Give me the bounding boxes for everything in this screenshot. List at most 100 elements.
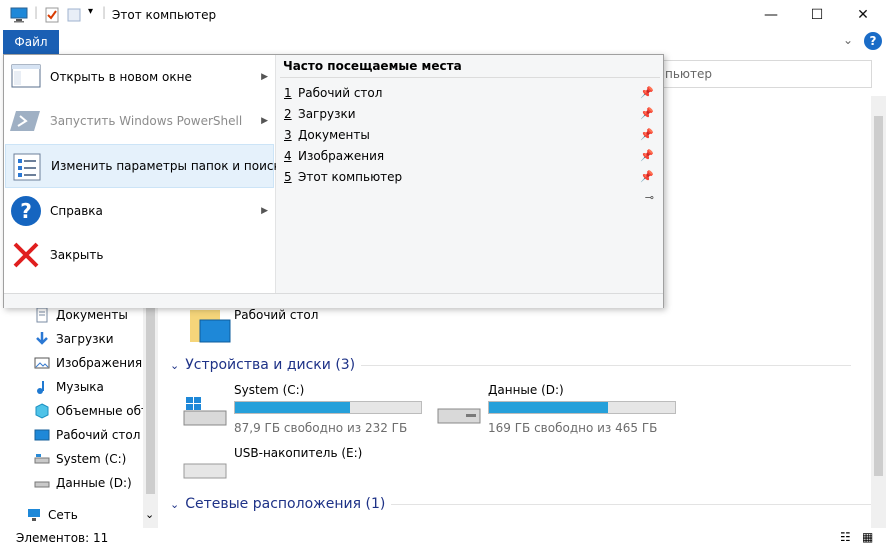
details-view-icon[interactable]: ☷ (840, 530, 851, 544)
close-item[interactable]: Закрыть (5, 233, 274, 277)
separator: | (102, 5, 107, 19)
recent-item-number: 4 (284, 148, 292, 163)
drive-free-space: 169 ГБ свободно из 465 ГБ (488, 421, 658, 435)
powershell-item[interactable]: Запустить Windows PowerShell ▶ (5, 99, 274, 143)
drive-item-c[interactable]: System (C:) 87,9 ГБ свободно из 232 ГБ (182, 383, 442, 443)
network-section-header[interactable]: ⌄ Сетевые расположения (1) (170, 496, 872, 512)
ribbon-tab-strip: Файл ⌄ ? (0, 30, 886, 54)
recent-item-label: Изображения (298, 148, 385, 163)
nav-item-label: Документы (56, 308, 128, 322)
drive-name: USB-накопитель (E:) (234, 446, 363, 460)
separator: | (34, 5, 39, 19)
nav-item-label: Загрузки (56, 332, 114, 346)
chevron-down-icon: ⌄ (170, 358, 180, 372)
desktop-folder-icon (186, 306, 232, 349)
pin-icon[interactable]: 📌 (640, 128, 654, 141)
recent-item-label: Рабочий стол (298, 85, 383, 100)
title-bar: | ▾ | Этот компьютер — ☐ ✕ (0, 0, 886, 30)
nav-item-3d-objects[interactable]: Объемные объ (34, 400, 150, 422)
nav-item-system-c[interactable]: System (C:) (34, 448, 126, 470)
3d-objects-icon (34, 403, 50, 419)
nav-item-label: System (C:) (56, 452, 127, 466)
powershell-icon (10, 105, 42, 137)
drive-usage-fill (489, 402, 609, 413)
divider (280, 77, 660, 78)
recent-item-label: Загрузки (298, 106, 356, 121)
frequent-places-header: Часто посещаемые места (283, 59, 462, 73)
open-new-window-item[interactable]: Открыть в новом окне ▶ (5, 55, 274, 99)
recent-item-label: Документы (298, 127, 370, 142)
nav-item-downloads[interactable]: Загрузки (34, 328, 114, 350)
folder-options-item[interactable]: Изменить параметры папок и поиска (5, 144, 288, 188)
recent-item-label: Этот компьютер (298, 169, 403, 184)
frequent-places-panel: Часто посещаемые места 1 Рабочий стол 📌 … (276, 55, 663, 293)
file-menu-commands: Открыть в новом окне ▶ Запустить Windows… (4, 55, 288, 293)
documents-icon (34, 307, 50, 323)
chevron-down-icon[interactable]: ⌄ (145, 508, 154, 521)
menu-item-label: Запустить Windows PowerShell (50, 114, 243, 128)
help-item[interactable]: ? Справка ▶ (5, 189, 274, 233)
nav-item-data-d[interactable]: Данные (D:) (34, 472, 132, 494)
nav-item-desktop[interactable]: Рабочий стол (34, 424, 140, 446)
file-menu-footer (4, 293, 663, 308)
new-folder-icon[interactable] (66, 7, 82, 26)
drive-icon (436, 401, 482, 430)
properties-icon[interactable] (44, 7, 60, 26)
nav-item-label: Сеть (48, 508, 78, 522)
devices-section-header[interactable]: ⌄ Устройства и диски (3) (170, 357, 852, 373)
pin-icon[interactable]: 📌 (640, 107, 654, 120)
help-icon[interactable]: ? (864, 32, 882, 50)
recent-item[interactable]: 3 Документы 📌 (284, 124, 658, 145)
recent-item[interactable]: 5 Этот компьютер 📌 (284, 166, 658, 187)
drive-usage-bar (488, 401, 676, 414)
drive-name: Данные (D:) (488, 383, 564, 397)
content-scrollbar[interactable] (871, 96, 886, 528)
new-window-icon (10, 61, 42, 93)
scroll-thumb[interactable] (874, 116, 883, 476)
recent-item-number: 5 (284, 169, 292, 184)
section-divider (361, 364, 852, 366)
downloads-icon (34, 331, 50, 347)
desktop-icon (34, 427, 50, 443)
nav-item-label: Рабочий стол (56, 428, 141, 442)
drive-item-d[interactable]: Данные (D:) 169 ГБ свободно из 465 ГБ (436, 383, 696, 443)
maximize-button[interactable]: ☐ (794, 0, 840, 30)
large-icons-view-icon[interactable]: ▦ (862, 530, 873, 544)
recent-item-number: 1 (284, 85, 292, 100)
pin-icon[interactable]: 📌 (640, 170, 654, 183)
drive-free-space: 87,9 ГБ свободно из 232 ГБ (234, 421, 408, 435)
nav-item-music[interactable]: Музыка (34, 376, 104, 398)
window-title: Этот компьютер (112, 8, 217, 22)
recent-item[interactable]: 1 Рабочий стол 📌 (284, 82, 658, 103)
folder-options-icon (11, 151, 43, 183)
pin-icon[interactable]: 📌 (640, 86, 654, 99)
nav-item-label: Данные (D:) (56, 476, 132, 490)
drive-usage-fill (235, 402, 351, 413)
nav-item-network[interactable]: Сеть (26, 504, 78, 526)
file-tab[interactable]: Файл (3, 30, 59, 54)
file-menu: Открыть в новом окне ▶ Запустить Windows… (3, 54, 664, 308)
drive-icon (34, 451, 50, 467)
menu-item-label: Закрыть (50, 248, 104, 262)
drive-item-e[interactable]: USB-накопитель (E:) (182, 446, 442, 490)
recent-item-number: 3 (284, 127, 292, 142)
submenu-arrow-icon: ▶ (261, 116, 268, 126)
scroll-thumb[interactable] (146, 286, 155, 494)
recent-item[interactable]: 2 Загрузки 📌 (284, 103, 658, 124)
help-icon: ? (10, 195, 42, 227)
pin-icon[interactable]: 📌 (640, 149, 654, 162)
close-window-button[interactable]: ✕ (840, 0, 886, 30)
item-count: Элементов: 11 (16, 531, 109, 545)
nav-item-pictures[interactable]: Изображения (34, 352, 142, 374)
chevron-down-icon: ⌄ (170, 497, 180, 511)
menu-item-label: Открыть в новом окне (50, 70, 192, 84)
customize-quick-access-icon[interactable]: ▾ (88, 6, 93, 17)
unpinned-slot[interactable]: ⊸ (284, 187, 658, 208)
chevron-down-icon[interactable]: ⌄ (843, 33, 853, 47)
address-bar[interactable]: пьютер (660, 60, 872, 88)
minimize-button[interactable]: — (748, 0, 794, 30)
unpinned-icon[interactable]: ⊸ (645, 191, 654, 204)
recent-item[interactable]: 4 Изображения 📌 (284, 145, 658, 166)
nav-item-label: Объемные объ (56, 404, 150, 418)
menu-item-label: Справка (50, 204, 103, 218)
